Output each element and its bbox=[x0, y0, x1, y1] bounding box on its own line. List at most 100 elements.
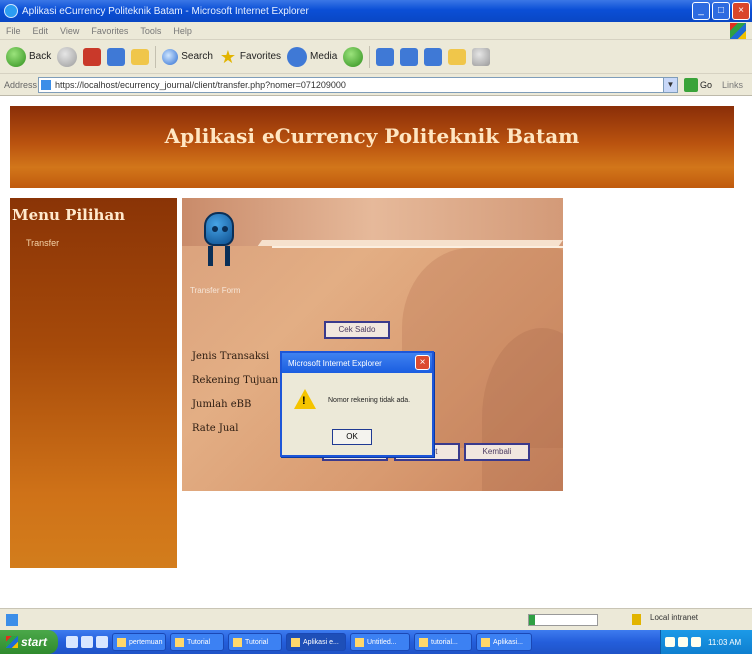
start-button[interactable]: start bbox=[0, 630, 58, 654]
print-icon[interactable] bbox=[400, 47, 419, 66]
dialog-title: Microsoft Internet Explorer bbox=[288, 358, 382, 368]
media-label: Media bbox=[310, 51, 338, 62]
page-title: Aplikasi eCurrency Politeknik Batam bbox=[164, 124, 580, 148]
edit-icon[interactable] bbox=[424, 47, 443, 66]
start-label: start bbox=[21, 635, 48, 649]
taskbar: start pertemuan Tutorial Tutorial Aplika… bbox=[0, 630, 752, 654]
address-label: Address bbox=[4, 79, 38, 90]
field-label-rekening-tujuan: Rekening Tujuan bbox=[192, 375, 279, 386]
links-label[interactable]: Links bbox=[722, 80, 743, 90]
favorites-label: Favorites bbox=[239, 51, 282, 62]
maximize-button[interactable]: □ bbox=[712, 2, 730, 20]
taskbar-item-label: Tutorial bbox=[187, 638, 211, 646]
menu-tools[interactable]: Tools bbox=[140, 26, 161, 36]
quick-launch bbox=[66, 636, 108, 648]
menu-edit[interactable]: Edit bbox=[33, 26, 49, 36]
paint-icon bbox=[355, 637, 364, 647]
refresh-icon[interactable] bbox=[107, 47, 126, 66]
search-button[interactable]: Search bbox=[162, 48, 213, 65]
back-button[interactable]: Back bbox=[6, 46, 52, 67]
dialog-ok-button[interactable]: OK bbox=[332, 429, 372, 445]
windows-flag-icon bbox=[6, 636, 18, 648]
taskbar-item[interactable]: Tutorial bbox=[228, 633, 282, 651]
folder-icon bbox=[117, 637, 126, 647]
minimize-button[interactable]: _ bbox=[692, 2, 710, 20]
mascot-logo bbox=[200, 212, 238, 268]
taskbar-item-label: Tutorial bbox=[245, 638, 269, 646]
home-icon[interactable] bbox=[131, 48, 150, 65]
header-banner: Aplikasi eCurrency Politeknik Batam bbox=[10, 106, 734, 188]
forward-button[interactable] bbox=[57, 46, 78, 67]
taskbar-item[interactable]: tutorial... bbox=[414, 633, 472, 651]
quick-launch-desktop-icon[interactable] bbox=[81, 636, 93, 648]
field-label-rate-jual: Rate Jual bbox=[192, 423, 239, 434]
quick-launch-ie-icon[interactable] bbox=[66, 636, 78, 648]
window-controls: _ □ × bbox=[692, 2, 750, 20]
taskbar-item-label: tutorial... bbox=[431, 638, 458, 646]
taskbar-item[interactable]: pertemuan bbox=[112, 633, 166, 651]
warning-exclamation-icon: ! bbox=[302, 395, 306, 407]
panel-subtitle: Transfer Form bbox=[190, 286, 241, 295]
toolbar-separator bbox=[155, 45, 157, 68]
menu-favorites[interactable]: Favorites bbox=[91, 26, 128, 36]
taskbar-item-label: pertemuan bbox=[129, 638, 163, 646]
toolbar-separator bbox=[369, 45, 371, 68]
document-icon bbox=[419, 637, 428, 647]
antivirus-icon[interactable] bbox=[691, 637, 701, 647]
page-status-icon bbox=[6, 614, 18, 626]
dialog-titlebar: Microsoft Internet Explorer × bbox=[282, 353, 432, 373]
quick-launch-media-icon[interactable] bbox=[96, 636, 108, 648]
field-label-jumlah-ebb: Jumlah eBB bbox=[192, 399, 252, 410]
browser-toolbar: Back Search ★ Favorites Media bbox=[0, 40, 752, 74]
internet-explorer-icon bbox=[481, 637, 490, 647]
alert-dialog: Microsoft Internet Explorer × ! Nomor re… bbox=[280, 351, 434, 457]
sidebar: Menu Pilihan Transfer bbox=[10, 198, 177, 568]
cek-saldo-button[interactable]: Cek Saldo bbox=[324, 321, 390, 339]
stop-icon[interactable] bbox=[83, 47, 102, 66]
progress-fill bbox=[529, 615, 535, 625]
favorites-button[interactable]: ★ Favorites bbox=[219, 47, 281, 67]
back-label: Back bbox=[29, 51, 52, 62]
windows-logo-icon bbox=[730, 23, 746, 39]
network-icon[interactable] bbox=[665, 637, 675, 647]
document-icon bbox=[233, 637, 242, 647]
mail-icon[interactable] bbox=[376, 47, 395, 66]
go-arrow-icon bbox=[684, 77, 698, 92]
taskbar-item[interactable]: Aplikasi... bbox=[476, 633, 532, 651]
field-label-jenis-transaksi: Jenis Transaksi bbox=[192, 351, 270, 362]
taskbar-item-label: Aplikasi... bbox=[493, 638, 523, 646]
clock: 11:03 AM bbox=[708, 637, 742, 647]
panel-header bbox=[182, 198, 563, 246]
back-to-menu-button[interactable]: Kembali bbox=[464, 443, 530, 461]
volume-icon[interactable] bbox=[678, 637, 688, 647]
window-titlebar: Aplikasi eCurrency Politeknik Batam - Mi… bbox=[0, 0, 752, 22]
mascot-eye bbox=[222, 226, 228, 232]
go-label: Go bbox=[700, 79, 713, 90]
messenger-icon[interactable] bbox=[472, 47, 491, 66]
folder-icon bbox=[175, 637, 184, 647]
address-input[interactable]: https://localhost/ecurrency_journal/clie… bbox=[38, 76, 678, 93]
menu-bar: File Edit View Favorites Tools Help bbox=[0, 22, 752, 40]
folder-icon[interactable] bbox=[448, 48, 467, 65]
mascot-legs bbox=[208, 246, 230, 266]
sidebar-title: Menu Pilihan bbox=[12, 206, 126, 224]
security-zone: Local intranet bbox=[650, 613, 699, 622]
close-window-button[interactable]: × bbox=[732, 2, 750, 20]
taskbar-item-active[interactable]: Aplikasi e... bbox=[286, 633, 346, 651]
menu-view[interactable]: View bbox=[60, 26, 79, 36]
status-bar: Local intranet bbox=[0, 608, 752, 630]
taskbar-item[interactable]: Tutorial bbox=[170, 633, 224, 651]
search-label: Search bbox=[181, 51, 213, 62]
chevron-down-icon[interactable]: ▼ bbox=[663, 77, 677, 92]
window-title: Aplikasi eCurrency Politeknik Batam - Mi… bbox=[22, 5, 309, 17]
menu-file[interactable]: File bbox=[6, 26, 21, 36]
taskbar-item[interactable]: Untitled... bbox=[350, 633, 410, 651]
sidebar-item-transfer[interactable]: Transfer bbox=[26, 238, 59, 248]
address-bar: Address https://localhost/ecurrency_jour… bbox=[0, 74, 752, 96]
dialog-close-button[interactable]: × bbox=[415, 355, 430, 370]
taskbar-item-label: Aplikasi e... bbox=[303, 638, 339, 646]
menu-help[interactable]: Help bbox=[173, 26, 192, 36]
go-button[interactable]: Go bbox=[684, 77, 713, 92]
media-button[interactable]: Media bbox=[287, 46, 338, 67]
history-icon[interactable] bbox=[343, 46, 364, 67]
